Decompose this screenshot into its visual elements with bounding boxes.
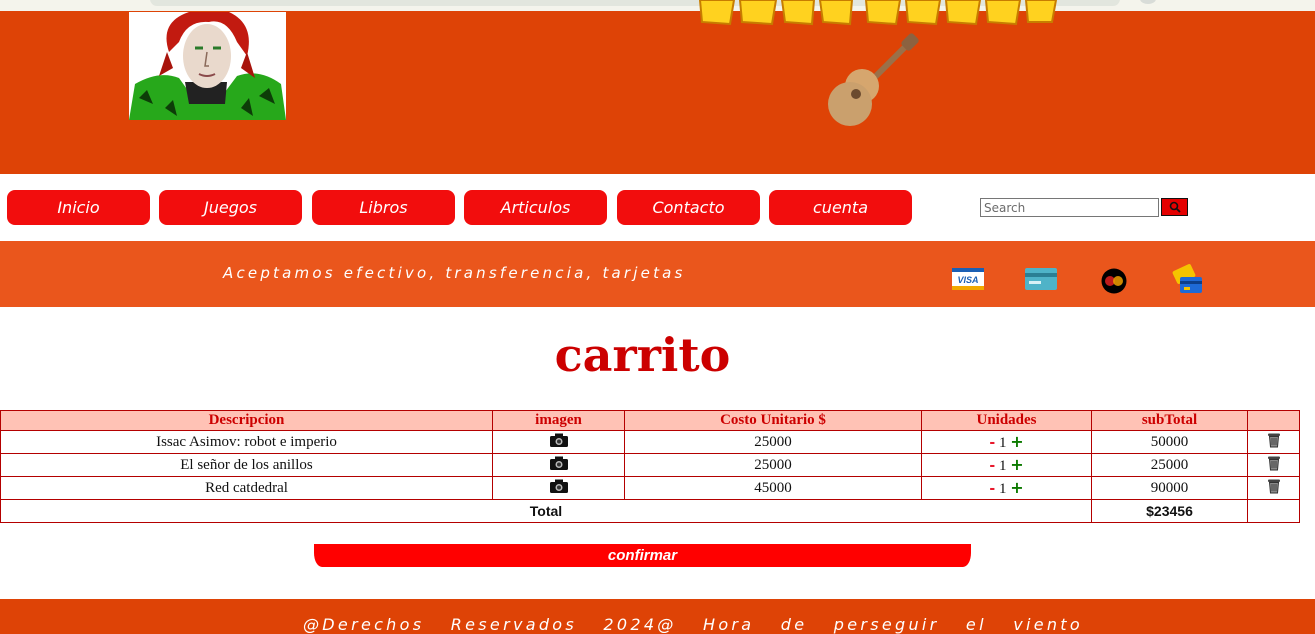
- item-image-cell: [492, 430, 625, 454]
- item-unit-cost: 45000: [624, 476, 922, 500]
- site-logo-wordmark: [698, 0, 1058, 26]
- column-header: Descripcion: [0, 410, 493, 431]
- delete-item-cell: [1247, 430, 1300, 454]
- browser-toolbar-strip: [0, 0, 1315, 11]
- increase-quantity-button[interactable]: +: [1010, 455, 1023, 474]
- item-subtotal: 90000: [1091, 476, 1248, 500]
- table-row: El señor de los anillos 25000 - 1 + 2500…: [0, 453, 1300, 477]
- item-description: El señor de los anillos: [0, 453, 493, 477]
- item-unit-cost: 25000: [624, 453, 922, 477]
- mastercard-icon: [1101, 268, 1127, 294]
- increase-quantity-button[interactable]: +: [1010, 432, 1023, 451]
- table-header-row: Descripcion imagen Costo Unitario $ Unid…: [0, 410, 1300, 431]
- trash-icon[interactable]: [1267, 432, 1281, 448]
- camera-icon: [549, 479, 568, 493]
- nav-articulos-button[interactable]: Articulos: [464, 190, 607, 225]
- site-footer: @Derechos Reservados 2024@ Hora de perse…: [0, 599, 1315, 634]
- column-header: [1247, 410, 1300, 431]
- cart-title: carrito: [554, 328, 731, 382]
- payment-methods-text: Aceptamos efectivo, transferencia, tarje…: [223, 264, 686, 282]
- visa-card-icon: VISA: [952, 268, 984, 290]
- cart-table: Descripcion imagen Costo Unitario $ Unid…: [0, 410, 1300, 523]
- nav-contacto-button[interactable]: Contacto: [617, 190, 760, 225]
- total-value: $23456: [1091, 499, 1248, 523]
- item-image-cell: [492, 453, 625, 477]
- toolbar-button[interactable]: [1140, 0, 1156, 4]
- site-header: [0, 0, 1315, 174]
- item-quantity-cell: - 1 +: [921, 453, 1092, 477]
- decrease-quantity-button[interactable]: -: [989, 481, 995, 497]
- item-image-cell: [492, 476, 625, 500]
- camera-icon: [549, 433, 568, 447]
- search-input[interactable]: [980, 198, 1159, 217]
- footer-text: @Derechos Reservados 2024@ Hora de perse…: [303, 615, 1083, 634]
- nav-juegos-button[interactable]: Juegos: [159, 190, 302, 225]
- nav-cuenta-button[interactable]: cuenta: [769, 190, 912, 225]
- search-icon: [1169, 201, 1181, 213]
- increase-quantity-button[interactable]: +: [1010, 478, 1023, 497]
- confirm-button[interactable]: confirmar: [314, 544, 971, 567]
- guitar-icon: [828, 33, 919, 126]
- item-quantity: 1: [998, 435, 1007, 451]
- column-header: imagen: [492, 410, 625, 431]
- main-navigation: Inicio Juegos Libros Articulos Contacto …: [0, 174, 1315, 241]
- column-header: Costo Unitario $: [624, 410, 922, 431]
- item-quantity-cell: - 1 +: [921, 476, 1092, 500]
- total-row: Total $23456: [0, 499, 1300, 523]
- character-portrait-image: [129, 12, 286, 120]
- search-button[interactable]: [1161, 198, 1188, 216]
- decrease-quantity-button[interactable]: -: [989, 458, 995, 474]
- trash-icon[interactable]: [1267, 455, 1281, 471]
- table-row: Issac Asimov: robot e imperio 25000 - 1 …: [0, 430, 1300, 454]
- credit-card-icon: [1025, 268, 1057, 290]
- item-subtotal: 50000: [1091, 430, 1248, 454]
- item-description: Issac Asimov: robot e imperio: [0, 430, 493, 454]
- column-header: subTotal: [1091, 410, 1248, 431]
- item-quantity-cell: - 1 +: [921, 430, 1092, 454]
- total-empty-cell: [1247, 499, 1300, 523]
- item-unit-cost: 25000: [624, 430, 922, 454]
- camera-icon: [549, 456, 568, 470]
- delete-item-cell: [1247, 476, 1300, 500]
- nav-libros-button[interactable]: Libros: [312, 190, 455, 225]
- item-subtotal: 25000: [1091, 453, 1248, 477]
- item-description: Red catdedral: [0, 476, 493, 500]
- svg-text:VISA: VISA: [957, 275, 978, 285]
- card-payment-icon: [1172, 264, 1202, 293]
- column-header: Unidades: [921, 410, 1092, 431]
- table-row: Red catdedral 45000 - 1 + 90000: [0, 476, 1300, 500]
- item-quantity: 1: [998, 458, 1007, 474]
- delete-item-cell: [1247, 453, 1300, 477]
- nav-inicio-button[interactable]: Inicio: [7, 190, 150, 225]
- payment-methods-banner: Aceptamos efectivo, transferencia, tarje…: [0, 241, 1315, 307]
- decrease-quantity-button[interactable]: -: [989, 435, 995, 451]
- total-label: Total: [0, 499, 1092, 523]
- trash-icon[interactable]: [1267, 478, 1281, 494]
- item-quantity: 1: [998, 481, 1007, 497]
